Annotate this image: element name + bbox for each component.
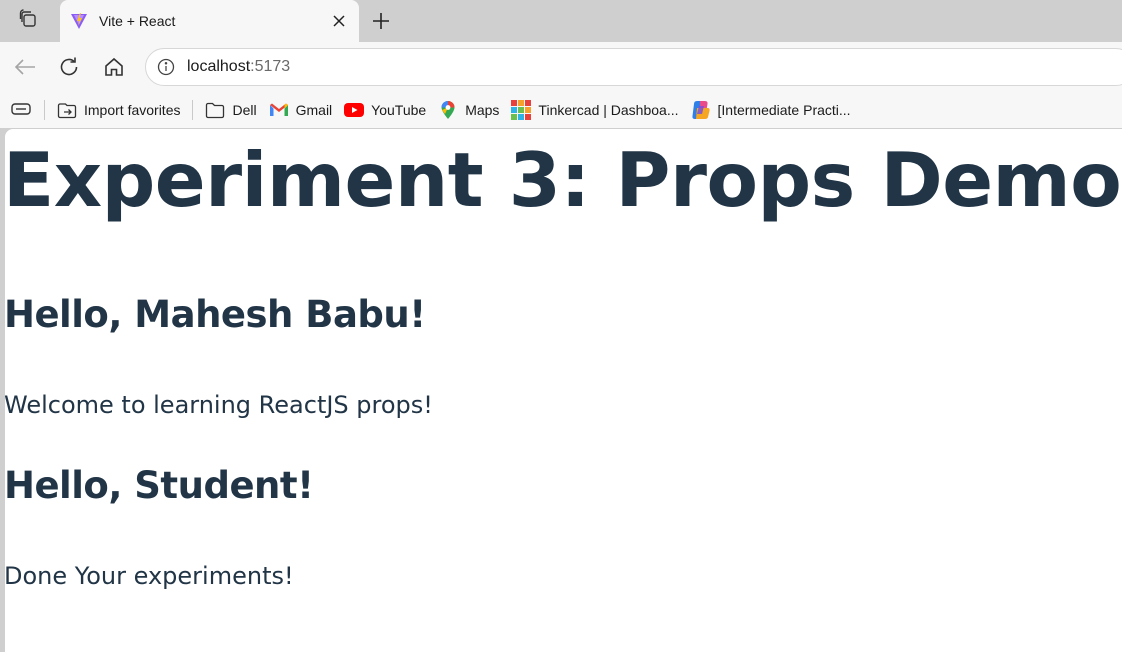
favorite-label: Maps [465,102,500,118]
favorite-label: Gmail [295,102,333,118]
home-button[interactable] [97,50,131,84]
close-tab-button[interactable] [326,8,352,34]
favorite-tinkercad[interactable]: Tinkercad | Dashboa... [505,96,684,124]
close-icon [333,15,345,27]
favorite-label: YouTube [371,102,427,118]
gmail-icon [269,100,289,120]
tab-title: Vite + React [99,13,176,29]
import-favorites-icon [57,100,77,120]
tab-actions-icon [18,8,38,34]
tinkercad-icon [511,100,532,120]
new-tab-button[interactable] [366,6,396,36]
folder-icon [205,100,225,120]
favorites-separator [192,100,194,120]
refresh-icon [60,57,78,76]
address-bar[interactable]: localhost:5173 [145,48,1122,86]
back-arrow-icon [14,59,35,75]
refresh-button[interactable] [52,50,86,84]
greeting-heading: Hello, Student! [5,464,314,507]
favorite-label: Import favorites [84,102,181,118]
tab-vite-react[interactable]: Vite + React [60,0,359,42]
back-button[interactable] [8,50,42,84]
favorites-bar: Import favorites Dell Gmail YouTube Maps… [0,92,1122,128]
site-info-icon[interactable] [155,56,177,78]
url-text[interactable]: localhost:5173 [187,58,290,76]
collections-button[interactable] [4,96,38,124]
vite-icon [70,12,88,30]
favorite-youtube[interactable]: YouTube [338,96,432,124]
page-viewport: Experiment 3: Props Demo Hello, Mahesh B… [5,129,1122,652]
greeting-message: Done Your experiments! [5,562,294,590]
copilot-icon [691,100,711,120]
page-title: Experiment 3: Props Demo [5,136,1122,224]
favorite-label: Dell [232,102,257,118]
greeting-message: Welcome to learning ReactJS props! [5,391,433,419]
maps-icon [438,100,458,120]
url-port: :5173 [250,58,291,75]
home-icon [105,57,123,76]
youtube-icon [344,100,365,120]
collections-icon [10,101,32,120]
browser-toolbar: localhost:5173 [0,42,1122,92]
favorite-dell[interactable]: Dell [199,96,262,124]
tab-strip: Vite + React [0,0,1122,42]
favorite-gmail[interactable]: Gmail [263,96,339,124]
url-host: localhost [187,58,251,75]
favorite-label: [Intermediate Practi... [717,102,851,118]
tab-actions-button[interactable] [8,6,48,36]
plus-icon [373,13,389,29]
favorite-intermediate-practice[interactable]: [Intermediate Practi... [685,96,857,124]
favorite-import-favorites[interactable]: Import favorites [51,96,186,124]
favorite-label: Tinkercad | Dashboa... [538,102,679,118]
favorite-maps[interactable]: Maps [432,96,505,124]
greeting-heading: Hello, Mahesh Babu! [5,293,426,336]
favorites-separator [44,100,45,120]
